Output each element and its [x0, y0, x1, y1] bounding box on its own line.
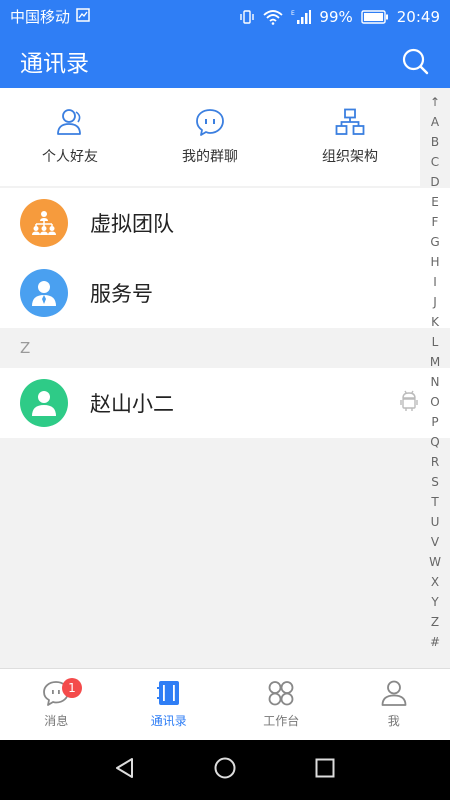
index-letter[interactable]: V [431, 532, 439, 552]
nav-tab-me[interactable]: 我 [338, 669, 450, 740]
index-letter[interactable]: O [430, 392, 439, 412]
list-item-label: 服务号 [90, 282, 153, 306]
index-letter[interactable]: W [429, 552, 441, 572]
nav-tab-workbench[interactable]: 工作台 [225, 669, 338, 740]
nav-label: 工作台 [263, 714, 300, 728]
index-letter[interactable]: G [430, 232, 439, 252]
index-letter[interactable]: F [432, 212, 439, 232]
battery-percent: 99% [319, 7, 353, 26]
index-letter[interactable]: C [431, 152, 439, 172]
wifi-icon [263, 9, 284, 25]
contacts-book-icon [156, 681, 179, 705]
contact-name: 赵山小二 [90, 392, 174, 416]
index-letter[interactable]: S [431, 472, 439, 492]
search-icon [402, 48, 429, 74]
index-letter[interactable]: R [431, 452, 439, 472]
page-title: 通讯录 [20, 50, 89, 77]
nav-label: 通讯录 [150, 714, 187, 728]
index-letter[interactable]: M [430, 352, 440, 372]
list-item-virtual-team[interactable]: 虚拟团队 [0, 188, 450, 258]
section-header-z: Z [0, 328, 450, 368]
index-letter[interactable]: J [433, 292, 437, 312]
avatar [20, 379, 68, 427]
app-bar: 通讯录 [0, 33, 450, 88]
service-person-icon [32, 281, 56, 306]
index-letter[interactable]: B [431, 132, 439, 152]
index-letter[interactable]: I [433, 272, 437, 292]
team-icon [32, 211, 56, 235]
carrier-label: 中国移动 [10, 8, 71, 26]
org-chart-icon [335, 108, 365, 135]
person-icon [32, 391, 56, 416]
person-friend-icon [57, 109, 81, 135]
index-letter[interactable]: N [431, 372, 440, 392]
nav-label: 消息 [44, 714, 69, 728]
nav-tab-messages[interactable]: 1 消息 [0, 669, 113, 740]
quick-action-label: 我的群聊 [182, 149, 238, 165]
quick-action-label: 组织架构 [322, 149, 378, 165]
quick-action-label: 个人好友 [42, 149, 98, 165]
recent-apps-icon[interactable] [313, 756, 337, 784]
quick-actions: 个人好友 我的群聊 组织架构 [0, 88, 420, 186]
signal-icon: E [291, 9, 312, 25]
me-icon [381, 680, 407, 706]
index-letter[interactable]: E [431, 192, 439, 212]
index-letter[interactable]: X [431, 572, 439, 592]
index-letter[interactable]: D [430, 172, 439, 192]
index-letter[interactable]: Q [430, 432, 439, 452]
index-letter[interactable]: P [431, 412, 438, 432]
workbench-icon [268, 681, 294, 706]
contact-row[interactable]: 赵山小二 [0, 368, 450, 438]
index-letter[interactable]: ↑ [430, 92, 440, 112]
quick-action-friends[interactable]: 个人好友 [0, 88, 140, 186]
list-item-label: 虚拟团队 [90, 212, 174, 236]
index-letter[interactable]: # [430, 632, 440, 652]
bottom-nav: 1 消息 通讯录 工作台 我 [0, 668, 450, 740]
vibrate-icon [239, 9, 255, 25]
avatar [20, 269, 68, 317]
clock: 20:49 [396, 7, 440, 26]
svg-text:E: E [291, 10, 295, 17]
chat-group-icon [196, 109, 224, 136]
index-letter[interactable]: U [431, 512, 440, 532]
home-icon[interactable] [213, 756, 237, 784]
nav-tab-contacts[interactable]: 通讯录 [113, 669, 226, 740]
search-button[interactable] [400, 46, 430, 76]
status-bar: 中国移动 E 99% 20:49 [0, 0, 450, 33]
avatar [20, 199, 68, 247]
alphabet-index[interactable]: ↑ A B C D E F G H I J K L M N O P Q R S T U V W X Y Z # [420, 92, 450, 658]
index-letter[interactable]: K [431, 312, 439, 332]
android-icon [400, 390, 418, 411]
index-letter[interactable]: H [430, 252, 439, 272]
unread-badge: 1 [62, 678, 82, 698]
index-letter[interactable]: L [432, 332, 439, 352]
battery-icon [361, 9, 389, 24]
nav-label: 我 [387, 714, 400, 728]
index-letter[interactable]: Z [431, 612, 439, 632]
back-icon[interactable] [113, 756, 137, 784]
index-letter[interactable]: A [431, 112, 439, 132]
quick-action-org-chart[interactable]: 组织架构 [280, 88, 420, 186]
index-letter[interactable]: Y [431, 592, 438, 612]
quick-action-group-chats[interactable]: 我的群聊 [140, 88, 280, 186]
system-nav-bar [0, 740, 450, 800]
index-letter[interactable]: T [431, 492, 438, 512]
image-notification-icon [76, 7, 90, 26]
list-item-service-accounts[interactable]: 服务号 [0, 258, 450, 328]
